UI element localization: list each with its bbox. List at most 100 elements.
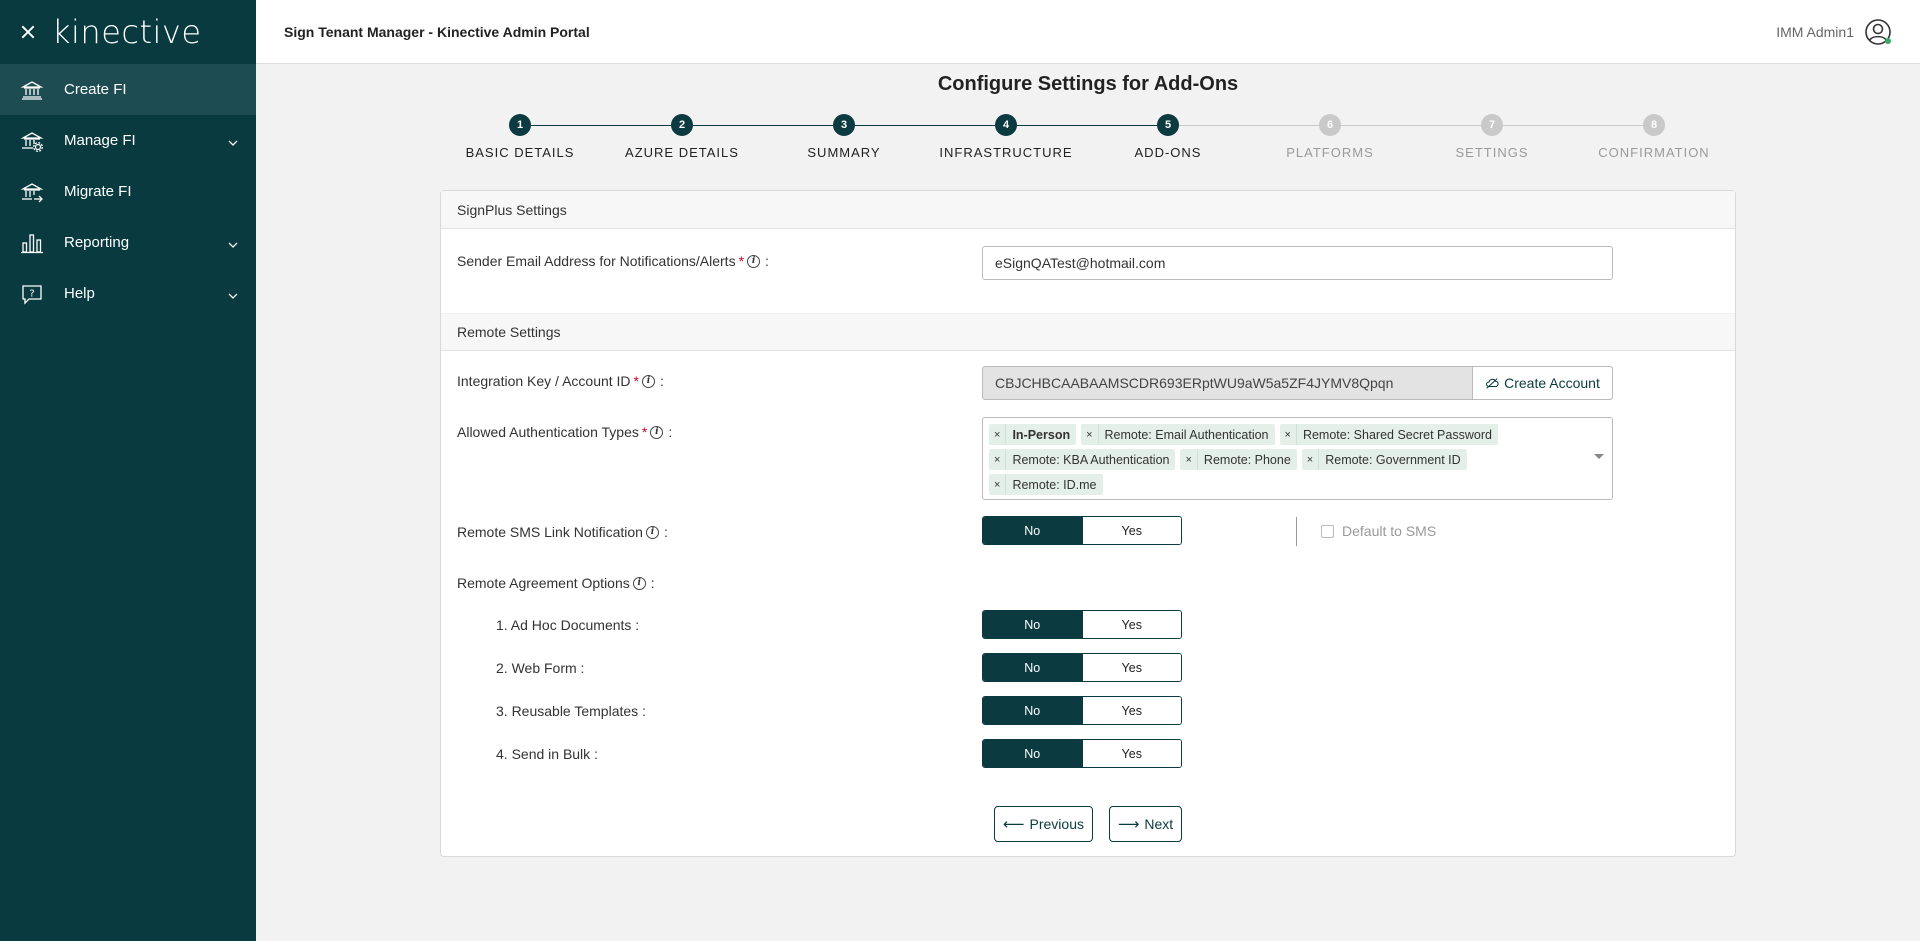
- info-icon[interactable]: i: [632, 576, 646, 590]
- step-number: 3: [833, 114, 855, 136]
- sidebar-item-help[interactable]: ? Help: [0, 268, 256, 319]
- chip-label: Remote: Shared Secret Password: [1302, 427, 1492, 442]
- create-account-button[interactable]: Create Account: [1472, 367, 1612, 399]
- agreement-option-label: 3. Reusable Templates :: [496, 703, 646, 719]
- toggle-yes[interactable]: Yes: [1081, 654, 1181, 681]
- toggle-yes[interactable]: Yes: [1081, 697, 1181, 724]
- remove-chip-icon[interactable]: ×: [989, 424, 1007, 445]
- step-5[interactable]: 5 ADD-ONS: [1088, 112, 1248, 160]
- agreement-option-label: 2. Web Form :: [496, 660, 585, 676]
- toggle-no[interactable]: No: [983, 654, 1082, 681]
- required-asterisk: *: [633, 373, 639, 389]
- info-icon[interactable]: i: [642, 374, 655, 388]
- info-icon[interactable]: i: [747, 254, 761, 268]
- sidebar-item-label: Help: [64, 285, 95, 302]
- remove-chip-icon[interactable]: ×: [989, 449, 1007, 470]
- agreement-option-toggle[interactable]: No Yes: [982, 610, 1182, 639]
- help-icon: ?: [20, 282, 44, 306]
- previous-button[interactable]: ⟵ Previous: [994, 806, 1093, 842]
- step-3[interactable]: 3 SUMMARY: [764, 112, 924, 160]
- bar-chart-icon: [20, 231, 44, 255]
- step-number: 7: [1481, 114, 1503, 136]
- remove-chip-icon[interactable]: ×: [1280, 424, 1297, 445]
- default-sms-checkbox[interactable]: Default to SMS: [1321, 523, 1436, 539]
- user-name: IMM Admin1: [1776, 23, 1854, 40]
- sidebar-item-label: Migrate FI: [64, 183, 132, 200]
- info-icon[interactable]: i: [650, 425, 664, 439]
- auth-type-chip: × Remote: ID.me: [989, 474, 1103, 495]
- step-number: 1: [509, 114, 531, 136]
- step-8[interactable]: 8 CONFIRMATION: [1574, 112, 1734, 160]
- sidebar-item-label: Manage FI: [64, 132, 136, 149]
- step-4[interactable]: 4 INFRASTRUCTURE: [926, 112, 1086, 160]
- step-1[interactable]: 1 BASIC DETAILS: [440, 112, 600, 160]
- toggle-yes[interactable]: Yes: [1081, 740, 1181, 767]
- section-title: Remote Settings: [457, 324, 561, 340]
- remote-section-header: Remote Settings: [441, 313, 1735, 351]
- chevron-down-icon[interactable]: [228, 288, 238, 299]
- auth-type-chip: × Remote: Email Authentication: [1081, 424, 1275, 445]
- sidebar-item-manage-fi[interactable]: Manage FI: [0, 115, 256, 166]
- chip-label: Remote: Email Authentication: [1104, 427, 1269, 442]
- integration-key-input[interactable]: CBJCHBCAABAAMSCDR693ERptWU9aW5a5ZF4JYMV8…: [983, 367, 1472, 399]
- sender-email-input[interactable]: eSignQATest@hotmail.com: [982, 246, 1613, 280]
- remove-chip-icon[interactable]: ×: [989, 474, 1007, 495]
- page-title: Configure Settings for Add-Ons: [937, 73, 1239, 95]
- agreement-option-toggle[interactable]: No Yes: [982, 739, 1182, 768]
- sms-notification-toggle[interactable]: No Yes: [982, 516, 1182, 545]
- step-label: ADD-ONS: [1134, 145, 1202, 160]
- remove-chip-icon[interactable]: ×: [1180, 449, 1198, 470]
- auth-type-chip: × In-Person: [989, 424, 1077, 445]
- step-7[interactable]: 7 SETTINGS: [1412, 112, 1572, 160]
- step-number: 2: [671, 114, 693, 136]
- auth-type-chip: × Remote: Shared Secret Password: [1279, 424, 1498, 445]
- user-menu[interactable]: IMM Admin1: [1776, 18, 1892, 46]
- chevron-down-icon[interactable]: [228, 135, 238, 146]
- toggle-yes[interactable]: Yes: [1081, 517, 1181, 544]
- sidebar-header: kinective: [0, 0, 256, 64]
- signplus-section-header: SignPlus Settings: [441, 191, 1735, 229]
- checkbox[interactable]: [1321, 524, 1334, 538]
- chevron-down-icon[interactable]: [228, 237, 238, 248]
- sidebar-item-label: Reporting: [64, 234, 130, 251]
- remove-chip-icon[interactable]: ×: [1302, 449, 1320, 470]
- arrow-left-icon: ⟵: [1003, 816, 1025, 833]
- auth-type-chip: × Remote: KBA Authentication: [989, 449, 1176, 470]
- step-label: PLATFORMS: [1286, 145, 1374, 160]
- svg-text:?: ?: [29, 288, 34, 299]
- chip-label: Remote: Government ID: [1325, 452, 1461, 467]
- sms-notification-label: Remote SMS Link Notification i :: [457, 524, 668, 540]
- agreement-option-toggle[interactable]: No Yes: [982, 653, 1182, 682]
- agreement-option-label: 4. Send in Bulk :: [496, 746, 598, 762]
- agreement-option-toggle[interactable]: No Yes: [982, 696, 1182, 725]
- toggle-no[interactable]: No: [983, 740, 1082, 767]
- sidebar-item-reporting[interactable]: Reporting: [0, 217, 256, 268]
- step-number: 6: [1319, 114, 1341, 136]
- toggle-yes[interactable]: Yes: [1081, 611, 1181, 638]
- bank-settings-icon: [20, 129, 44, 153]
- sidebar-item-migrate-fi[interactable]: Migrate FI: [0, 166, 256, 217]
- bank-migrate-icon: [20, 180, 44, 204]
- auth-types-multiselect[interactable]: × In-Person × Remote: Email Authentication ×…: [982, 417, 1613, 500]
- info-icon[interactable]: i: [645, 525, 659, 539]
- integration-key-field: CBJCHBCAABAAMSCDR693ERptWU9aW5a5ZF4JYMV8…: [982, 366, 1613, 400]
- arrow-right-icon: ⟶: [1117, 816, 1140, 833]
- logo: kinective: [52, 13, 202, 51]
- sidebar-item-create-fi[interactable]: Create FI: [0, 64, 256, 115]
- step-6[interactable]: 6 PLATFORMS: [1250, 112, 1410, 160]
- dropdown-arrow-icon[interactable]: [1594, 454, 1604, 459]
- auth-type-chip: × Remote: Phone: [1180, 449, 1297, 470]
- sidebar: kinective Create FI Manage FI Migrate FI…: [0, 0, 256, 941]
- remove-chip-icon[interactable]: ×: [1081, 424, 1099, 445]
- app-title: Sign Tenant Manager - Kinective Admin Po…: [284, 23, 590, 40]
- toggle-no[interactable]: No: [983, 611, 1082, 638]
- toggle-no[interactable]: No: [983, 697, 1082, 724]
- user-avatar-icon[interactable]: [1864, 18, 1892, 46]
- toggle-no[interactable]: No: [983, 517, 1082, 544]
- next-button[interactable]: ⟶ Next: [1109, 806, 1182, 842]
- close-icon[interactable]: [18, 22, 38, 42]
- step-2[interactable]: 2 AZURE DETAILS: [602, 112, 762, 160]
- step-label: INFRASTRUCTURE: [939, 145, 1073, 160]
- chip-label: In-Person: [1012, 427, 1071, 442]
- settings-card: SignPlus Settings Sender Email Address f…: [440, 190, 1736, 857]
